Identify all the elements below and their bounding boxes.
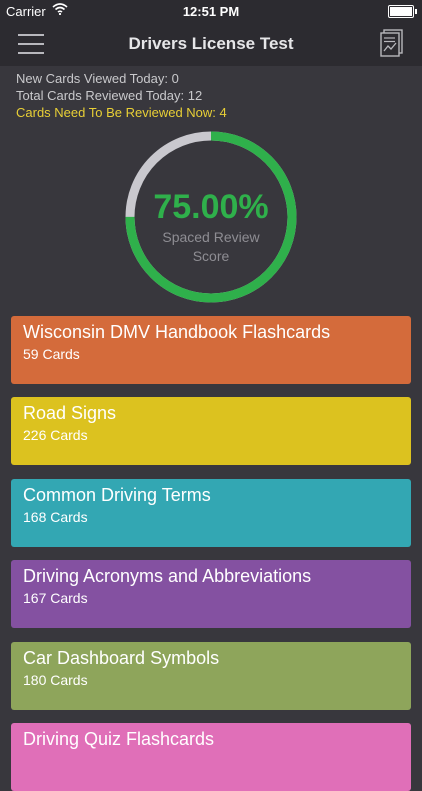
cards-need-review: Cards Need To Be Reviewed Now: 4 bbox=[16, 105, 227, 120]
deck-name: Driving Quiz Flashcards bbox=[23, 729, 215, 749]
deck-name: Road Signs bbox=[23, 403, 117, 423]
score-percentage: 75.00% bbox=[153, 188, 269, 226]
deck-card-count: 59 Cards bbox=[23, 346, 80, 362]
deck-card[interactable]: Road Signs 226 Cards bbox=[11, 397, 411, 465]
battery-icon bbox=[388, 5, 417, 18]
deck-card[interactable]: Car Dashboard Symbols 180 Cards bbox=[11, 642, 411, 710]
total-cards-reviewed: Total Cards Reviewed Today: 12 bbox=[16, 88, 203, 103]
deck-name: Driving Acronyms and Abbreviations bbox=[23, 566, 312, 586]
spaced-review-score-gauge: 75.00% Spaced Review Score bbox=[122, 128, 300, 306]
deck-card-count: 168 Cards bbox=[23, 509, 88, 525]
review-stats: New Cards Viewed Today: 0 Total Cards Re… bbox=[16, 70, 227, 121]
deck-name: Wisconsin DMV Handbook Flashcards bbox=[23, 322, 331, 342]
deck-name: Car Dashboard Symbols bbox=[23, 648, 220, 668]
deck-card-count: 226 Cards bbox=[23, 427, 88, 443]
deck-card-count: 167 Cards bbox=[23, 590, 88, 606]
score-label-line1: Spaced Review bbox=[162, 229, 260, 245]
page-title: Drivers License Test bbox=[128, 34, 294, 53]
deck-card[interactable]: Common Driving Terms 168 Cards bbox=[11, 479, 411, 547]
score-label-line2: Score bbox=[192, 248, 230, 264]
status-bar: Carrier 12:51 PM bbox=[0, 0, 422, 22]
deck-card[interactable]: Wisconsin DMV Handbook Flashcards 59 Car… bbox=[11, 316, 411, 384]
deck-name: Common Driving Terms bbox=[23, 485, 211, 505]
deck-card[interactable]: Driving Quiz Flashcards bbox=[11, 723, 411, 791]
deck-card[interactable]: Driving Acronyms and Abbreviations 167 C… bbox=[11, 560, 411, 628]
report-chart-icon[interactable] bbox=[380, 29, 404, 57]
new-cards-viewed: New Cards Viewed Today: 0 bbox=[16, 71, 179, 86]
score-label: Spaced Review Score bbox=[122, 228, 300, 266]
deck-card-count: 180 Cards bbox=[23, 672, 88, 688]
clock-time: 12:51 PM bbox=[182, 4, 240, 19]
nav-bar: Drivers License Test bbox=[0, 22, 422, 66]
